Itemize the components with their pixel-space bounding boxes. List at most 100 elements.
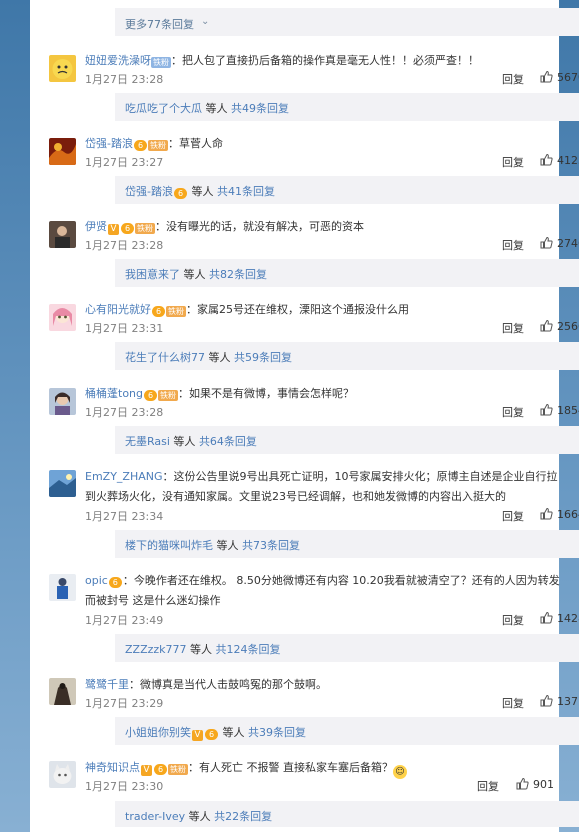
sub-reply-user[interactable]: trader-Ivey <box>125 810 185 823</box>
avatar[interactable] <box>49 221 76 248</box>
more-replies-link[interactable]: 更多77条回复 <box>125 16 194 32</box>
sub-reply-user[interactable]: ZZZzzk777 <box>125 643 187 656</box>
username-link[interactable]: 神奇知识点 <box>85 761 140 774</box>
like-count: 901 <box>533 778 554 791</box>
comment-time: 1月27日 23:31 <box>85 322 164 335</box>
username-link[interactable]: 鹭鹭千里 <box>85 678 129 691</box>
sub-replies-box[interactable]: 花生了什么树77 等人 共59条回复 <box>115 342 579 370</box>
comment-text: ：有人死亡 不报警 直接私家车塞后备箱？ <box>188 761 393 774</box>
like-button[interactable]: 5670 <box>540 70 579 84</box>
comment-text: ：这份公告里说9号出具死亡证明，10号家属安排火化；原博主自述是企业自行拉 <box>162 470 558 483</box>
comment-text: ：微博真是当代人击鼓鸣冤的那个鼓啊。 <box>129 678 327 691</box>
reply-button[interactable]: 回复 <box>502 404 524 420</box>
avatar[interactable] <box>49 55 76 82</box>
like-button[interactable]: 1371 <box>540 694 579 708</box>
like-count: 4123 <box>557 154 579 167</box>
sub-reply-user[interactable]: 吃瓜吃了个大瓜 <box>125 102 202 115</box>
crying-emoji-icon: ☺ <box>393 765 407 779</box>
sub-reply-count-link[interactable]: 共124条回复 <box>216 643 281 656</box>
thumbs-up-icon <box>540 70 553 83</box>
sub-replies-box[interactable]: 楼下的猫咪叫炸毛 等人 共73条回复 <box>115 530 579 558</box>
like-button[interactable]: 4123 <box>540 153 579 167</box>
thumbs-up-icon <box>540 403 553 416</box>
like-button[interactable]: 2566 <box>540 319 579 333</box>
avatar[interactable] <box>49 304 76 331</box>
more-replies-box[interactable]: 更多77条回复 ⌄ <box>115 8 579 36</box>
thumbs-up-icon <box>540 611 553 624</box>
reply-button[interactable]: 回复 <box>502 508 524 524</box>
username-link[interactable]: opic <box>85 574 108 587</box>
reply-button[interactable]: 回复 <box>502 320 524 336</box>
sub-reply-count-link[interactable]: 共73条回复 <box>242 539 300 552</box>
sub-reply-count-link[interactable]: 共39条回复 <box>248 726 306 739</box>
avatar[interactable] <box>49 138 76 165</box>
sub-reply-count-link[interactable]: 共22条回复 <box>214 810 272 823</box>
like-button[interactable]: 2746 <box>540 236 579 250</box>
sub-replies-box[interactable]: 吃瓜吃了个大瓜 等人 共49条回复 <box>115 93 579 121</box>
reply-button[interactable]: 回复 <box>502 237 524 253</box>
avatar[interactable] <box>49 470 76 497</box>
reply-button[interactable]: 回复 <box>502 695 524 711</box>
verified-badge: V <box>141 765 152 776</box>
avatar[interactable] <box>49 388 76 415</box>
like-count: 1371 <box>557 695 579 708</box>
background-left <box>0 0 30 832</box>
level-badge: 6 <box>154 764 167 775</box>
comment-text: ：没有曝光的话，就没有解决，可恶的资本 <box>155 220 364 233</box>
sub-reply-count-link[interactable]: 共41条回复 <box>217 185 275 198</box>
comment-time: 1月27日 23:30 <box>85 780 164 793</box>
like-count: 2746 <box>557 237 579 250</box>
sub-reply-user[interactable]: 我困意来了 <box>125 268 180 281</box>
comment-text: ：草菅人命 <box>167 137 223 150</box>
sub-reply-user[interactable]: 无墨Rasi <box>125 435 170 448</box>
sub-replies-box[interactable]: 岱强-踏浪 6 等人 共41条回复 <box>115 176 579 204</box>
comment-time: 1月27日 23:49 <box>85 614 164 627</box>
like-button[interactable]: 1854 <box>540 403 579 417</box>
fan-badge: 铁粉 <box>168 764 188 775</box>
sub-reply-count-link[interactable]: 共59条回复 <box>234 351 292 364</box>
sub-replies-box[interactable]: 我困意来了 等人 共82条回复 <box>115 259 579 287</box>
username-link[interactable]: 妞妞爱洗澡呀 <box>85 54 151 67</box>
username-link[interactable]: 桶桶蓬tong <box>85 387 143 400</box>
sub-replies-box[interactable]: ZZZzzk777 等人 共124条回复 <box>115 634 579 662</box>
comment-time: 1月27日 23:28 <box>85 239 164 252</box>
level-badge: 6 <box>173 188 187 199</box>
level-badge: 6 <box>144 390 157 401</box>
comment-time: 1月27日 23:28 <box>85 73 164 86</box>
avatar[interactable] <box>49 761 76 788</box>
like-button[interactable]: 1428 <box>540 611 579 625</box>
sub-reply-user[interactable]: 花生了什么树77 <box>125 351 205 364</box>
sub-reply-count-link[interactable]: 共64条回复 <box>199 435 257 448</box>
fan-badge: 铁粉 <box>147 140 168 151</box>
sub-replies-box[interactable]: 小姐姐你别笑 V 6 等人 共39条回复 <box>115 717 579 745</box>
reply-button[interactable]: 回复 <box>502 154 524 170</box>
like-button[interactable]: 901 <box>516 777 554 791</box>
sub-reply-user[interactable]: 楼下的猫咪叫炸毛 <box>125 539 213 552</box>
fan-badge: 铁粉 <box>135 223 155 234</box>
thumbs-up-icon <box>540 153 553 166</box>
avatar[interactable] <box>49 678 76 705</box>
reply-button[interactable]: 回复 <box>502 612 524 628</box>
reply-button[interactable]: 回复 <box>477 778 499 794</box>
level-badge: 6 <box>133 140 147 151</box>
sub-reply-count-link[interactable]: 共49条回复 <box>231 102 289 115</box>
username-link[interactable]: 伊贤 <box>85 220 107 233</box>
comment-text: ：家属25号还在维权，溧阳这个通报没什么用 <box>186 303 409 316</box>
like-count: 5670 <box>557 71 579 84</box>
reply-button[interactable]: 回复 <box>502 71 524 87</box>
sub-reply-user[interactable]: 小姐姐你别笑 <box>125 726 191 739</box>
thumbs-up-icon <box>540 236 553 249</box>
username-link[interactable]: 岱强-踏浪 <box>85 137 133 150</box>
sub-reply-user[interactable]: 岱强-踏浪 <box>125 185 173 198</box>
username-link[interactable]: 心有阳光就好 <box>85 303 151 316</box>
username-link[interactable]: EmZY_ZHANG <box>85 470 163 483</box>
sub-reply-mid: 等人 <box>180 268 209 281</box>
chevron-down-icon[interactable]: ⌄ <box>201 16 209 27</box>
sub-reply-count-link[interactable]: 共82条回复 <box>209 268 267 281</box>
fan-badge: 铁粉 <box>158 390 178 401</box>
like-button[interactable]: 1664 <box>540 507 579 521</box>
sub-replies-box[interactable]: 无墨Rasi 等人 共64条回复 <box>115 426 579 454</box>
sub-replies-box[interactable]: trader-Ivey 等人 共22条回复 <box>115 801 579 827</box>
avatar[interactable] <box>49 574 76 601</box>
thumbs-up-icon <box>516 777 529 790</box>
